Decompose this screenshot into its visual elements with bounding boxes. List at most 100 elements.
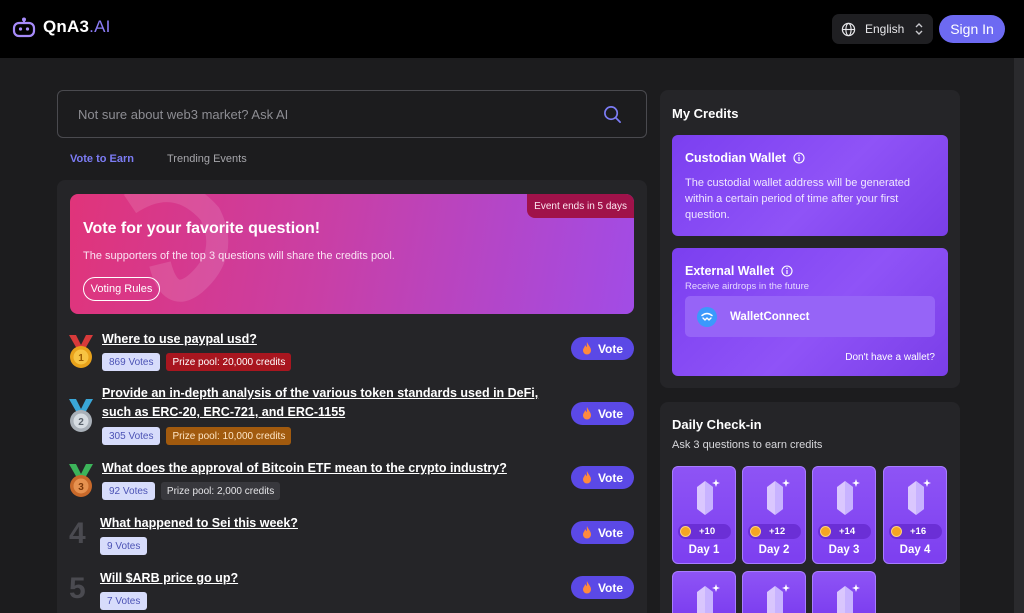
votes-count-tag: 305 Votes xyxy=(102,427,161,445)
external-wallet-title: External Wallet xyxy=(685,264,793,278)
prize-pool-tag: Prize pool: 20,000 credits xyxy=(166,353,292,371)
question-row: 4 What happened to Sei this week? 9 Vote… xyxy=(66,514,636,568)
question-title[interactable]: Will $ARB price go up? xyxy=(100,569,238,588)
question-row: 3 What does the approval of Bitcoin ETF … xyxy=(66,459,636,513)
tab-trending-events[interactable]: Trending Events xyxy=(167,153,247,165)
custodian-wallet-title: Custodian Wallet xyxy=(685,151,805,165)
vote-label: Vote xyxy=(597,341,624,356)
reward-pill: +16 xyxy=(889,524,942,539)
custodian-wallet-label: Custodian Wallet xyxy=(685,151,786,165)
vote-button[interactable]: Vote xyxy=(571,576,634,599)
fire-icon xyxy=(582,471,591,484)
top-bar: QnA3.AI English Sign In xyxy=(0,0,1024,58)
crystal-icon xyxy=(837,584,860,613)
checkin-title: Daily Check-in xyxy=(672,417,762,432)
day-label: Day 3 xyxy=(828,544,860,556)
info-icon[interactable] xyxy=(781,265,793,277)
sign-in-button[interactable]: Sign In xyxy=(939,15,1005,43)
coin-icon xyxy=(680,526,691,537)
reward-pill: +10 xyxy=(678,524,731,539)
logo[interactable]: QnA3.AI xyxy=(12,16,111,38)
coin-icon xyxy=(750,526,761,537)
info-icon[interactable] xyxy=(793,152,805,164)
banner-title: Vote for your favorite question! xyxy=(83,220,321,237)
svg-text:1: 1 xyxy=(78,353,84,364)
reward-amount: +10 xyxy=(699,526,716,537)
search-icon[interactable] xyxy=(603,105,622,124)
checkin-day-card[interactable] xyxy=(742,571,806,613)
fire-icon xyxy=(582,526,591,539)
question-title[interactable]: Provide an in-depth analysis of the vari… xyxy=(102,384,552,422)
reward-amount: +14 xyxy=(839,526,856,537)
fire-icon xyxy=(582,342,591,355)
tab-vote-to-earn[interactable]: Vote to Earn xyxy=(70,153,134,165)
vote-label: Vote xyxy=(597,580,624,595)
day-label: Day 1 xyxy=(688,544,720,556)
vote-button[interactable]: Vote xyxy=(571,466,634,489)
walletconnect-button[interactable]: WalletConnect xyxy=(685,296,935,337)
question-row: 2 Provide an in-depth analysis of the va… xyxy=(66,384,636,446)
crystal-icon xyxy=(767,479,790,515)
event-ends-badge: Event ends in 5 days xyxy=(527,194,634,218)
page-scrollbar[interactable] xyxy=(1014,58,1024,613)
checkin-day-card[interactable]: +14 Day 3 xyxy=(812,466,876,564)
crystal-icon xyxy=(697,584,720,613)
checkin-day-card[interactable] xyxy=(672,571,736,613)
search-input[interactable]: Not sure about web3 market? Ask AI xyxy=(57,90,647,138)
checkin-subtitle: Ask 3 questions to earn credits xyxy=(672,439,823,451)
custodian-wallet-text: The custodial wallet address will be gen… xyxy=(685,177,911,221)
language-selector[interactable]: English xyxy=(832,14,933,44)
vote-button[interactable]: Vote xyxy=(571,337,634,360)
search-placeholder: Not sure about web3 market? Ask AI xyxy=(78,106,289,122)
day-label: Day 2 xyxy=(758,544,790,556)
checkin-day-card[interactable]: +12 Day 2 xyxy=(742,466,806,564)
logo-text: QnA3.AI xyxy=(43,17,111,37)
language-label: English xyxy=(865,22,905,36)
prize-pool-tag: Prize pool: 2,000 credits xyxy=(160,482,281,500)
voting-rules-button[interactable]: Voting Rules xyxy=(83,277,160,301)
day-label: Day 4 xyxy=(899,544,931,556)
question-title[interactable]: What does the approval of Bitcoin ETF me… xyxy=(102,459,507,478)
walletconnect-label: WalletConnect xyxy=(730,310,810,323)
external-wallet-label: External Wallet xyxy=(685,264,775,278)
vote-button[interactable]: Vote xyxy=(571,521,634,544)
votes-count-tag: 9 Votes xyxy=(100,537,148,555)
logo-text-suffix: .AI xyxy=(89,17,111,36)
reward-pill: +12 xyxy=(748,524,801,539)
checkin-day-card[interactable] xyxy=(812,571,876,613)
robot-logo-icon xyxy=(12,17,36,38)
votes-count-tag: 869 Votes xyxy=(102,353,161,371)
chevron-updown-icon xyxy=(915,23,923,35)
votes-count-tag: 92 Votes xyxy=(102,482,155,500)
gold-medal-icon: 1 xyxy=(69,335,93,368)
crystal-icon xyxy=(767,584,790,613)
rank-number: 5 xyxy=(69,572,86,605)
coin-icon xyxy=(891,526,902,537)
checkin-day-card[interactable]: +16 Day 4 xyxy=(883,466,947,564)
bronze-medal-icon: 3 xyxy=(69,464,93,497)
votes-count-tag: 7 Votes xyxy=(100,592,148,610)
vote-banner: Event ends in 5 days Vote for your favor… xyxy=(70,194,634,314)
prize-pool-tag: Prize pool: 10,000 credits xyxy=(166,427,292,445)
vote-label: Vote xyxy=(597,470,624,485)
question-title[interactable]: What happened to Sei this week? xyxy=(100,514,298,533)
fire-icon xyxy=(582,581,591,594)
svg-text:3: 3 xyxy=(78,482,84,493)
external-wallet-card: External Wallet Receive airdrops in the … xyxy=(672,248,948,376)
logo-text-main: QnA3 xyxy=(43,17,90,36)
question-row: 1 Where to use paypal usd? 869 Votes Pri… xyxy=(66,330,636,384)
no-wallet-link[interactable]: Don't have a wallet? xyxy=(845,352,935,363)
question-title[interactable]: Where to use paypal usd? xyxy=(102,330,257,349)
vote-label: Vote xyxy=(597,406,624,421)
reward-amount: +12 xyxy=(769,526,786,537)
rank-number: 4 xyxy=(69,517,86,550)
vote-button[interactable]: Vote xyxy=(571,402,634,425)
silver-medal-icon: 2 xyxy=(69,399,93,432)
external-wallet-subtitle: Receive airdrops in the future xyxy=(685,281,810,292)
reward-pill: +14 xyxy=(818,524,871,539)
crystal-icon xyxy=(837,479,860,515)
credits-title: My Credits xyxy=(672,106,739,121)
reward-amount: +16 xyxy=(910,526,927,537)
checkin-day-card[interactable]: +10 Day 1 xyxy=(672,466,736,564)
vote-label: Vote xyxy=(597,525,624,540)
